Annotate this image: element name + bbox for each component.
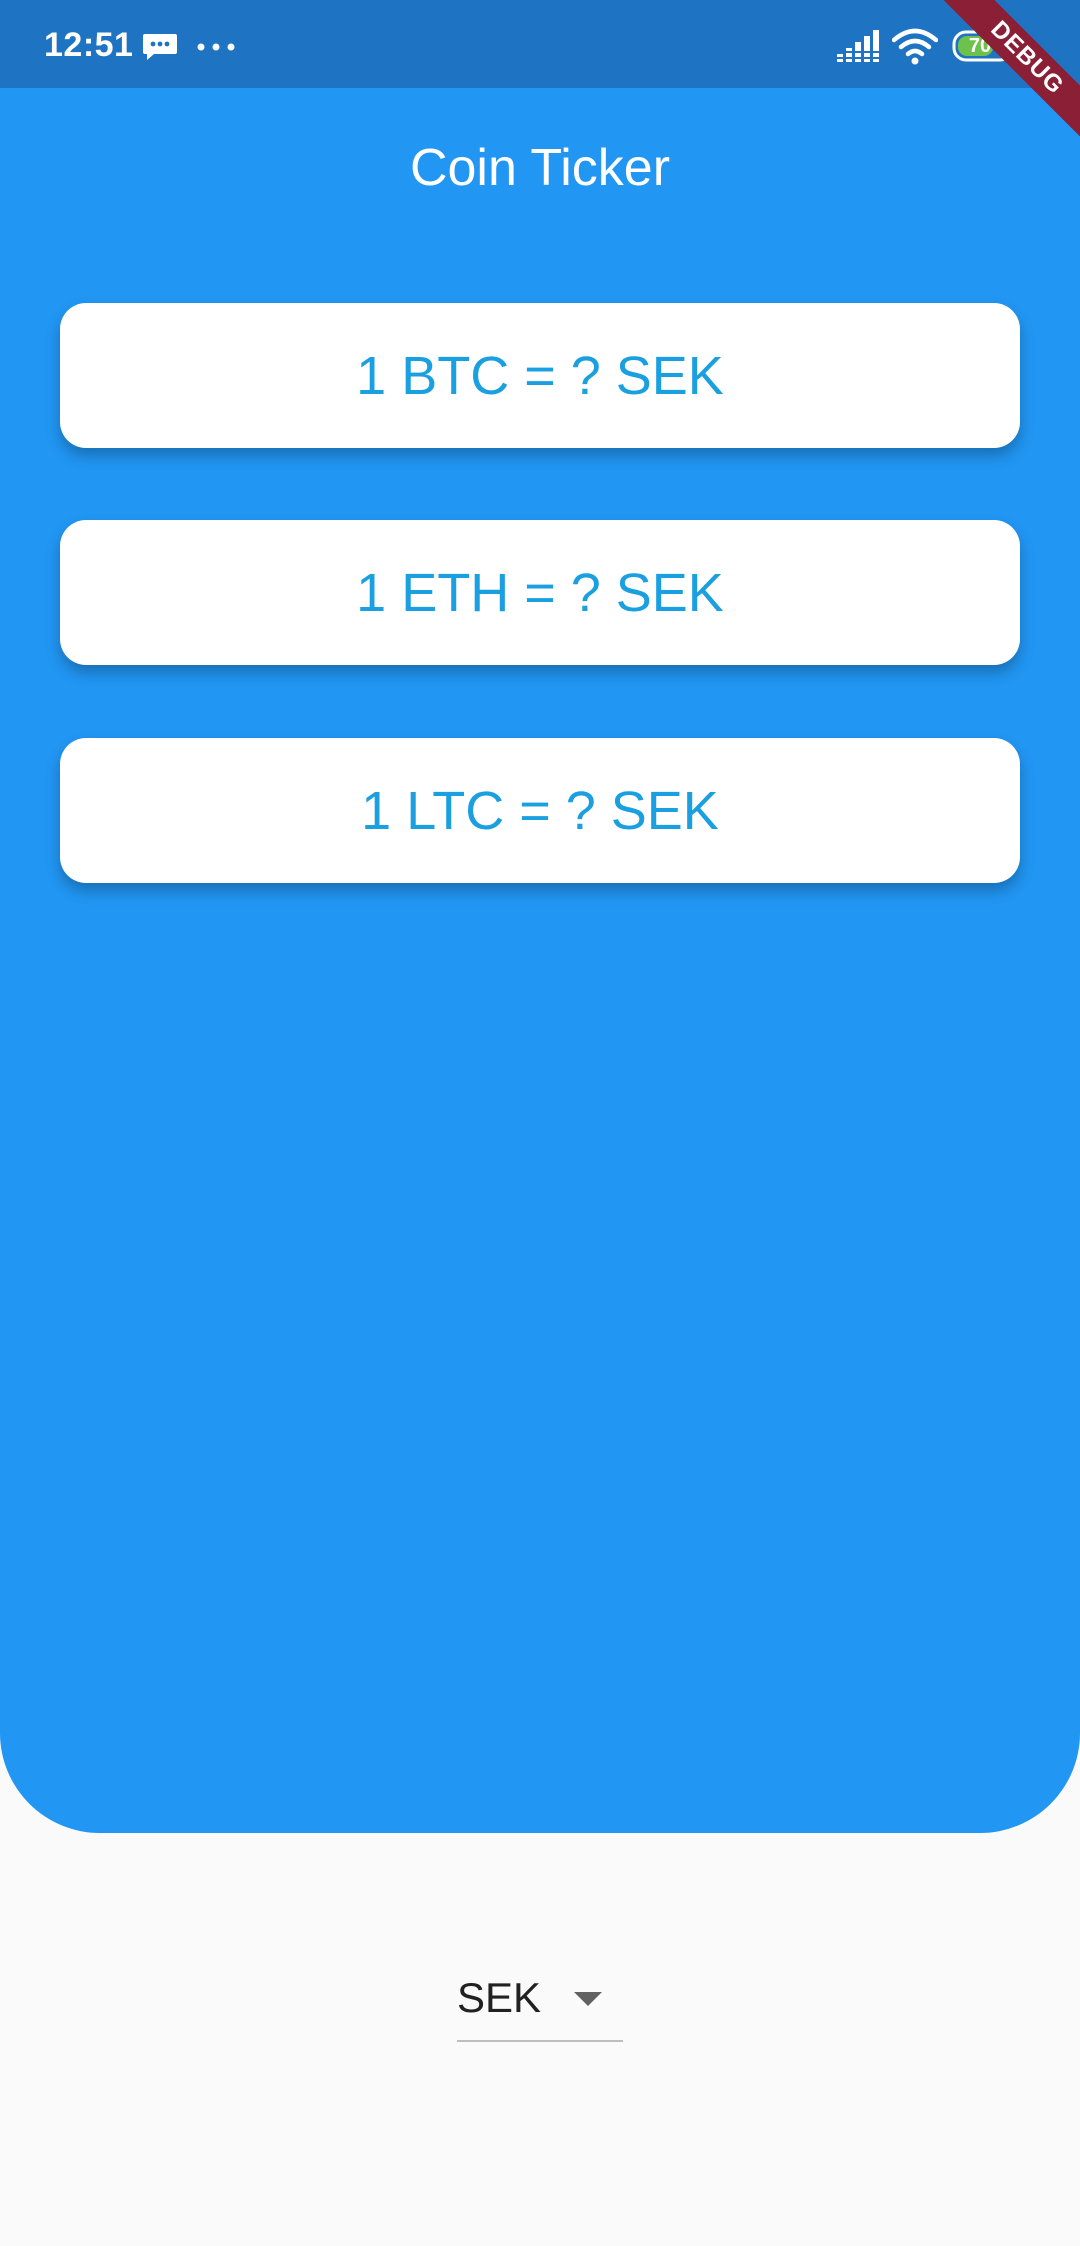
eth-rate-card: 1 ETH = ? SEK bbox=[60, 520, 1020, 665]
status-bar: 12:51 70 bbox=[0, 0, 1080, 88]
currency-dropdown[interactable]: SEK bbox=[457, 1960, 623, 2042]
btc-rate-label: 1 BTC = ? SEK bbox=[356, 345, 724, 406]
currency-selected-value: SEK bbox=[457, 1974, 542, 2021]
message-icon bbox=[143, 34, 177, 60]
eth-rate-label: 1 ETH = ? SEK bbox=[356, 562, 724, 623]
btc-rate-card: 1 BTC = ? SEK bbox=[60, 303, 1020, 448]
ltc-rate-card: 1 LTC = ? SEK bbox=[60, 738, 1020, 883]
wifi-icon bbox=[892, 28, 938, 65]
dropdown-arrow-icon bbox=[574, 1992, 602, 2006]
rates-panel: Coin Ticker 1 BTC = ? SEK 1 ETH = ? SEK … bbox=[0, 88, 1080, 1833]
ltc-rate-label: 1 LTC = ? SEK bbox=[361, 780, 719, 841]
signal-icon bbox=[836, 30, 880, 62]
more-dots-icon bbox=[197, 43, 235, 51]
app-title: Coin Ticker bbox=[409, 139, 671, 197]
status-time: 12:51 bbox=[44, 26, 134, 64]
